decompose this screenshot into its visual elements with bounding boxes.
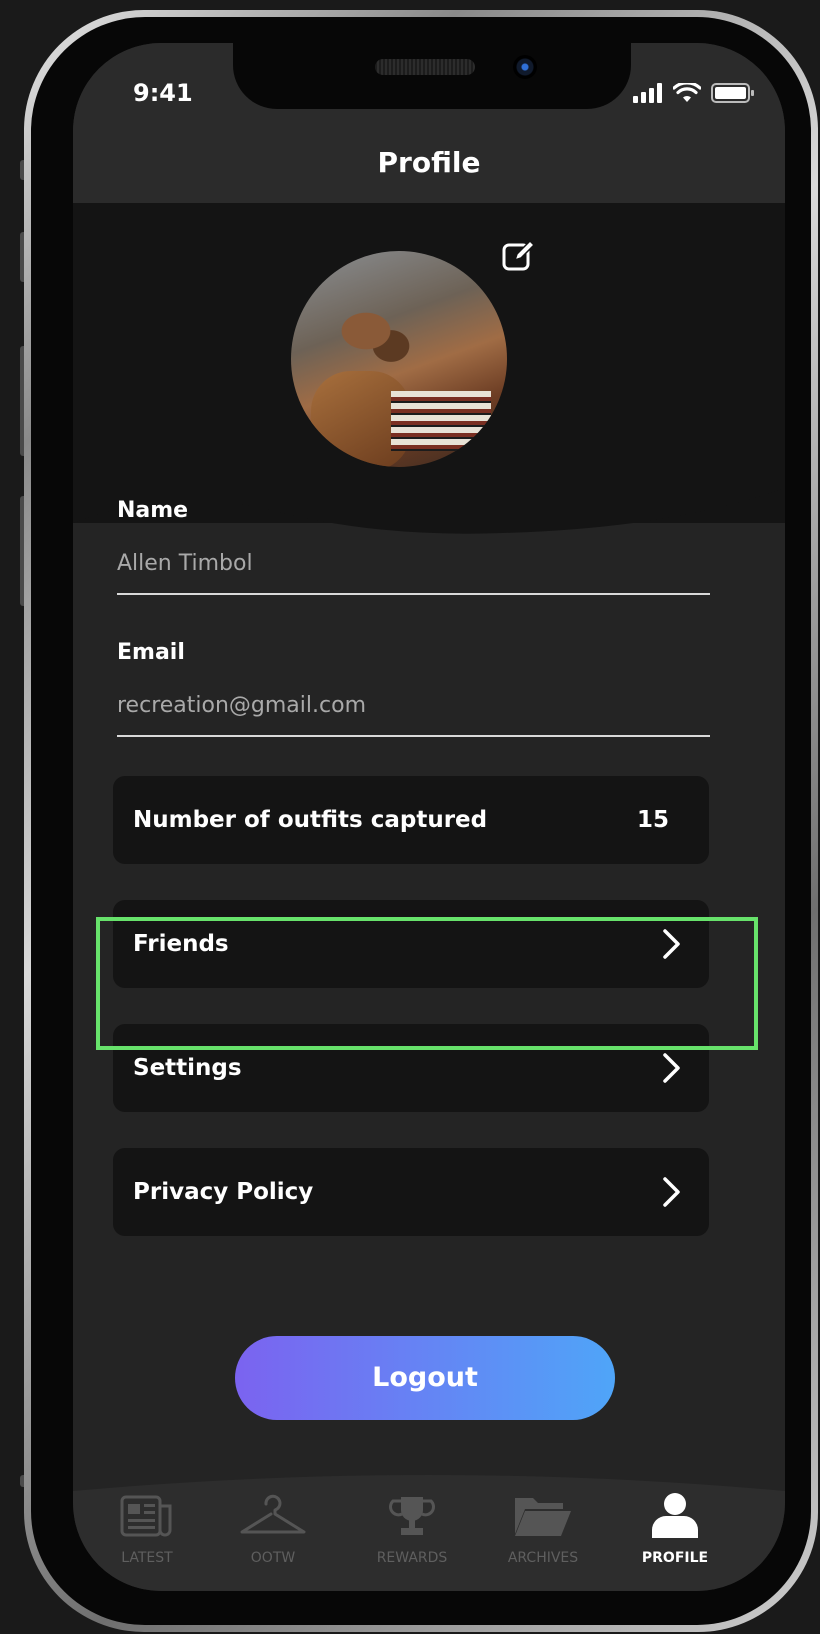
page-title: Profile (377, 146, 481, 179)
tab-rewards[interactable]: REWARDS (347, 1486, 477, 1566)
notch (233, 43, 631, 109)
tab-rewards-label: REWARDS (376, 1550, 448, 1566)
name-underline (117, 593, 710, 595)
logout-button[interactable]: Logout (235, 1336, 615, 1420)
status-icons (633, 83, 755, 103)
newspaper-icon (82, 1486, 212, 1546)
hanger-icon (208, 1486, 338, 1546)
edit-icon[interactable] (501, 238, 537, 274)
battery-icon (711, 83, 754, 103)
camera-icon (513, 55, 537, 79)
name-label: Name (117, 498, 189, 523)
tab-profile[interactable]: PROFILE (610, 1486, 740, 1566)
email-field[interactable]: recreation@gmail.com (117, 693, 366, 718)
email-label: Email (117, 640, 185, 665)
wifi-icon (673, 83, 701, 102)
speaker (375, 59, 475, 75)
phone-screen: 9:41 Profile Name Allen Timbol Email rec… (73, 43, 785, 1591)
status-time: 9:41 (133, 79, 193, 107)
avatar[interactable] (291, 251, 507, 467)
friends-highlight-box (96, 917, 758, 1050)
privacy-policy-row[interactable]: Privacy Policy (113, 1148, 709, 1236)
privacy-policy-label: Privacy Policy (133, 1179, 314, 1205)
tab-ootw-label: OOTW (250, 1550, 296, 1566)
tab-latest-label: LATEST (121, 1550, 173, 1566)
signal-icon (633, 83, 662, 103)
tab-ootw[interactable]: OOTW (208, 1486, 338, 1566)
folder-icon (478, 1486, 608, 1546)
outfits-count: 15 (636, 807, 669, 833)
app-stage: 9:41 Profile Name Allen Timbol Email rec… (0, 0, 820, 1634)
settings-label: Settings (133, 1055, 242, 1081)
tab-archives[interactable]: ARCHIVES (478, 1486, 608, 1566)
chevron-right-icon (657, 1175, 687, 1209)
name-field[interactable]: Allen Timbol (117, 551, 253, 576)
chevron-right-icon (657, 1051, 687, 1085)
outfits-label: Number of outfits captured (133, 807, 488, 833)
user-icon (610, 1486, 740, 1546)
trophy-icon (347, 1486, 477, 1546)
tab-archives-label: ARCHIVES (507, 1550, 579, 1566)
email-underline (117, 735, 710, 737)
outfits-count-row: Number of outfits captured 15 (113, 776, 709, 864)
tab-latest[interactable]: LATEST (82, 1486, 212, 1566)
tab-profile-label: PROFILE (641, 1550, 709, 1566)
